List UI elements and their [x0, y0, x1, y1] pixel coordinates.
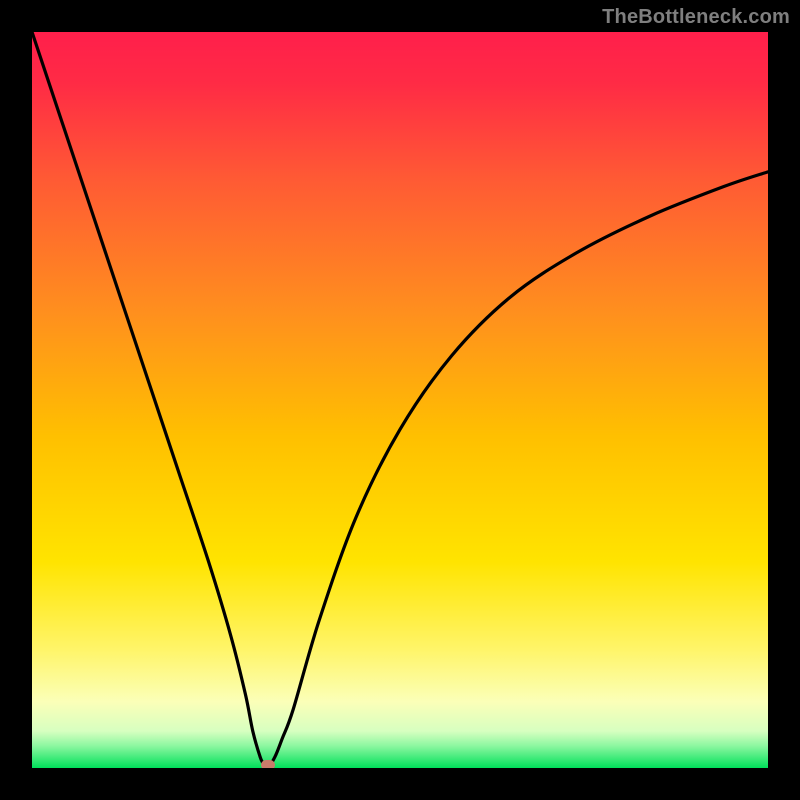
plot-area	[32, 32, 768, 768]
watermark-text: TheBottleneck.com	[602, 6, 790, 29]
bottleneck-curve	[32, 32, 768, 768]
chart-stage: TheBottleneck.com	[0, 0, 800, 800]
